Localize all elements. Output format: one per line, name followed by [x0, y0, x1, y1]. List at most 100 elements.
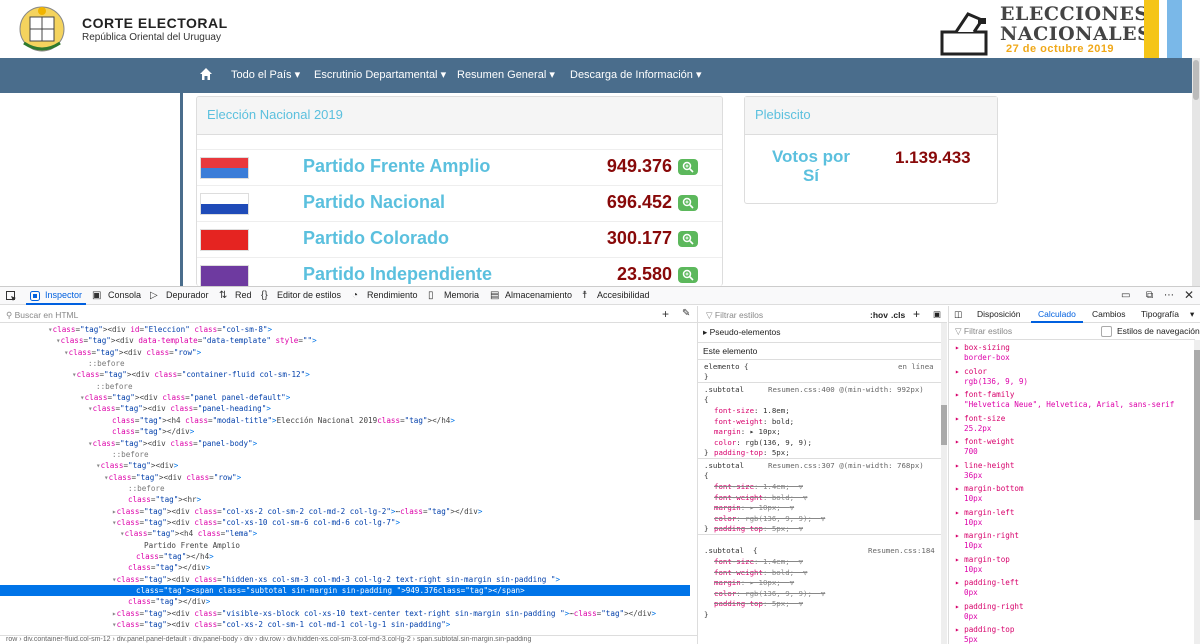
html-node[interactable]: ::before: [0, 483, 165, 494]
computed-property-name[interactable]: ▸ box-sizing: [955, 343, 1010, 352]
print-simulation-icon[interactable]: ▣: [933, 309, 941, 320]
tab-cambios[interactable]: Cambios: [1092, 309, 1126, 319]
zoom-details-button[interactable]: [678, 195, 698, 211]
cls-toggle[interactable]: .cls: [891, 310, 905, 320]
computed-property-name[interactable]: ▸ padding-right: [955, 602, 1024, 611]
hov-toggle[interactable]: :hov: [870, 310, 888, 320]
tab-disposicion[interactable]: Disposición: [977, 309, 1020, 319]
html-node[interactable]: ▾class="tag"><div class="col-xs-10 col-s…: [0, 517, 400, 528]
pick-element-icon[interactable]: [6, 291, 17, 302]
computed-property-name[interactable]: ▸ margin-top: [955, 555, 1010, 564]
css-declaration[interactable]: font-weight: bold;: [714, 417, 794, 426]
tab-consola[interactable]: Consola: [108, 290, 141, 300]
dock-side-icon[interactable]: ⧉: [1146, 290, 1153, 301]
html-node[interactable]: class="tag"></div>: [0, 596, 210, 607]
html-node[interactable]: class="tag"><hr>: [0, 494, 201, 505]
html-node[interactable]: ▾class="tag"><div class="row">: [0, 472, 241, 483]
page-scrollbar-thumb[interactable]: [1193, 60, 1199, 100]
zoom-details-button[interactable]: [678, 267, 698, 283]
css-declaration[interactable]: padding-top: 5px; ▽: [714, 599, 803, 608]
html-node[interactable]: ▾class="tag"><div class="panel-heading">: [0, 403, 271, 414]
add-rule-icon[interactable]: +: [913, 307, 920, 321]
computed-property-name[interactable]: ▸ font-family: [955, 390, 1014, 399]
html-node[interactable]: ▸class="tag"><div class="col-xs-2 col-sm…: [0, 506, 482, 517]
html-node[interactable]: ▾class="tag"><div class="col-xs-2 col-sm…: [0, 619, 450, 630]
html-search-field[interactable]: ⚲ Buscar en HTML + ✎: [0, 306, 697, 323]
computed-property-name[interactable]: ▸ color: [955, 367, 987, 376]
zoom-details-button[interactable]: [678, 159, 698, 175]
rule1-source[interactable]: Resumen.css:400 @(min-width: 992px): [768, 385, 924, 394]
rule2-source[interactable]: Resumen.css:307 @(min-width: 768px): [768, 461, 924, 470]
zoom-details-button[interactable]: [678, 231, 698, 247]
toggle-sidebar-icon[interactable]: ◫: [954, 309, 962, 320]
computed-property-name[interactable]: ▸ font-weight: [955, 437, 1014, 446]
computed-property-name[interactable]: ▸ padding-top: [955, 625, 1014, 634]
css-declaration[interactable]: font-weight: bold; ▽: [714, 568, 807, 577]
html-node[interactable]: Partido Frente Amplio: [0, 540, 240, 551]
close-devtools-icon[interactable]: ✕: [1184, 288, 1194, 302]
chevron-down-icon[interactable]: ▾: [1190, 309, 1194, 320]
html-node[interactable]: ▾class="tag"><div class="hidden-xs col-s…: [0, 574, 560, 585]
html-node[interactable]: class="tag"></div>: [0, 426, 194, 437]
tab-almacenamiento[interactable]: Almacenamiento: [505, 290, 572, 300]
computed-property-name[interactable]: ▸ margin-bottom: [955, 484, 1024, 493]
css-declaration[interactable]: padding-top: 5px;: [714, 448, 790, 457]
html-node[interactable]: class="tag"></div>: [0, 562, 210, 573]
html-node[interactable]: ::before: [0, 381, 133, 392]
computed-property-name[interactable]: ▸ font-size: [955, 414, 1005, 423]
html-node[interactable]: ▾class="tag"><div class="container-fluid…: [0, 369, 310, 380]
html-node[interactable]: ▸class="tag"><div class="visible-xs-bloc…: [0, 608, 656, 619]
rules-scrollbar-thumb[interactable]: [941, 405, 947, 445]
html-node[interactable]: ::before: [0, 449, 149, 460]
html-node[interactable]: ▾class="tag"><div data-template="data-te…: [0, 335, 317, 346]
html-node-selected[interactable]: class="tag"><span class="subtotal sin-ma…: [0, 585, 690, 597]
computed-property-name[interactable]: ▸ padding-left: [955, 578, 1019, 587]
rule3-source[interactable]: Resumen.css:184: [868, 546, 935, 555]
page-scrollbar[interactable]: [1192, 58, 1200, 286]
tab-rendimiento[interactable]: Rendimiento: [367, 290, 418, 300]
css-declaration[interactable]: font-weight: bold; ▽: [714, 493, 807, 502]
tab-accesibilidad[interactable]: Accesibilidad: [597, 290, 650, 300]
html-node[interactable]: ▾class="tag"><div class="row">: [0, 347, 201, 358]
eyedropper-icon[interactable]: ✎: [682, 308, 690, 319]
rules-scrollbar[interactable]: [941, 323, 947, 644]
tab-calculado[interactable]: Calculado: [1038, 309, 1076, 319]
tab-editor-estilos[interactable]: Editor de estilos: [277, 290, 341, 300]
nav-escrutinio-departamental[interactable]: Escrutinio Departamental ▾: [314, 68, 446, 81]
computed-scrollbar[interactable]: [1194, 340, 1200, 644]
css-declaration[interactable]: font-size: 1.8em;: [714, 406, 790, 415]
tab-inspector[interactable]: Inspector: [45, 290, 82, 300]
css-declaration[interactable]: margin: ▸ 10px; ▽: [714, 503, 794, 512]
css-declaration[interactable]: margin: ▸ 10px; ▽: [714, 578, 794, 587]
html-node[interactable]: class="tag"></h4>: [0, 551, 214, 562]
nav-resumen-general[interactable]: Resumen General ▾: [457, 68, 555, 81]
html-node[interactable]: ▾class="tag"><h4 class="lema">: [0, 528, 257, 539]
css-declaration[interactable]: padding-top: 5px; ▽: [714, 524, 803, 533]
tab-tipografia[interactable]: Tipografía: [1141, 309, 1179, 319]
html-node[interactable]: ::before: [0, 358, 125, 369]
css-declaration[interactable]: color: rgb(136, 9, 9); ▽: [714, 514, 825, 523]
tab-memoria[interactable]: Memoria: [444, 290, 479, 300]
add-node-icon[interactable]: +: [662, 307, 669, 321]
css-declaration[interactable]: color: rgb(136, 9, 9);: [714, 438, 812, 447]
browser-styles-checkbox[interactable]: [1101, 326, 1112, 337]
computed-property-name[interactable]: ▸ margin-left: [955, 508, 1014, 517]
more-options-icon[interactable]: ⋯: [1164, 290, 1174, 301]
css-declaration[interactable]: color: rgb(136, 9, 9); ▽: [714, 589, 825, 598]
tab-depurador[interactable]: Depurador: [166, 290, 209, 300]
nav-todo-el-pais[interactable]: Todo el País ▾: [231, 68, 300, 81]
computed-filter-field[interactable]: ▽ Filtrar estilos: [955, 326, 1012, 337]
css-declaration[interactable]: margin: ▸ 10px;: [714, 427, 781, 436]
html-node[interactable]: ▾class="tag"><div class="panel-body">: [0, 438, 257, 449]
nav-descarga-informacion[interactable]: Descarga de Información ▾: [570, 68, 701, 81]
computed-property-name[interactable]: ▸ line-height: [955, 461, 1014, 470]
html-node[interactable]: class="tag"><h4 class="modal-title">Elec…: [0, 415, 455, 426]
responsive-mode-icon[interactable]: ▭: [1121, 290, 1130, 301]
css-declaration[interactable]: font-size: 1.4em; ▽: [714, 482, 803, 491]
html-node[interactable]: ▾class="tag"><div>: [0, 460, 178, 471]
pseudo-elements-toggle[interactable]: ▸ Pseudo-elementos: [703, 327, 781, 338]
computed-property-name[interactable]: ▸ margin-right: [955, 531, 1019, 540]
css-declaration[interactable]: font-size: 1.4em; ▽: [714, 557, 803, 566]
html-node[interactable]: ▾class="tag"><div id="Eleccion" class="c…: [0, 324, 272, 335]
html-node[interactable]: ▾class="tag"><div class="panel panel-def…: [0, 392, 290, 403]
